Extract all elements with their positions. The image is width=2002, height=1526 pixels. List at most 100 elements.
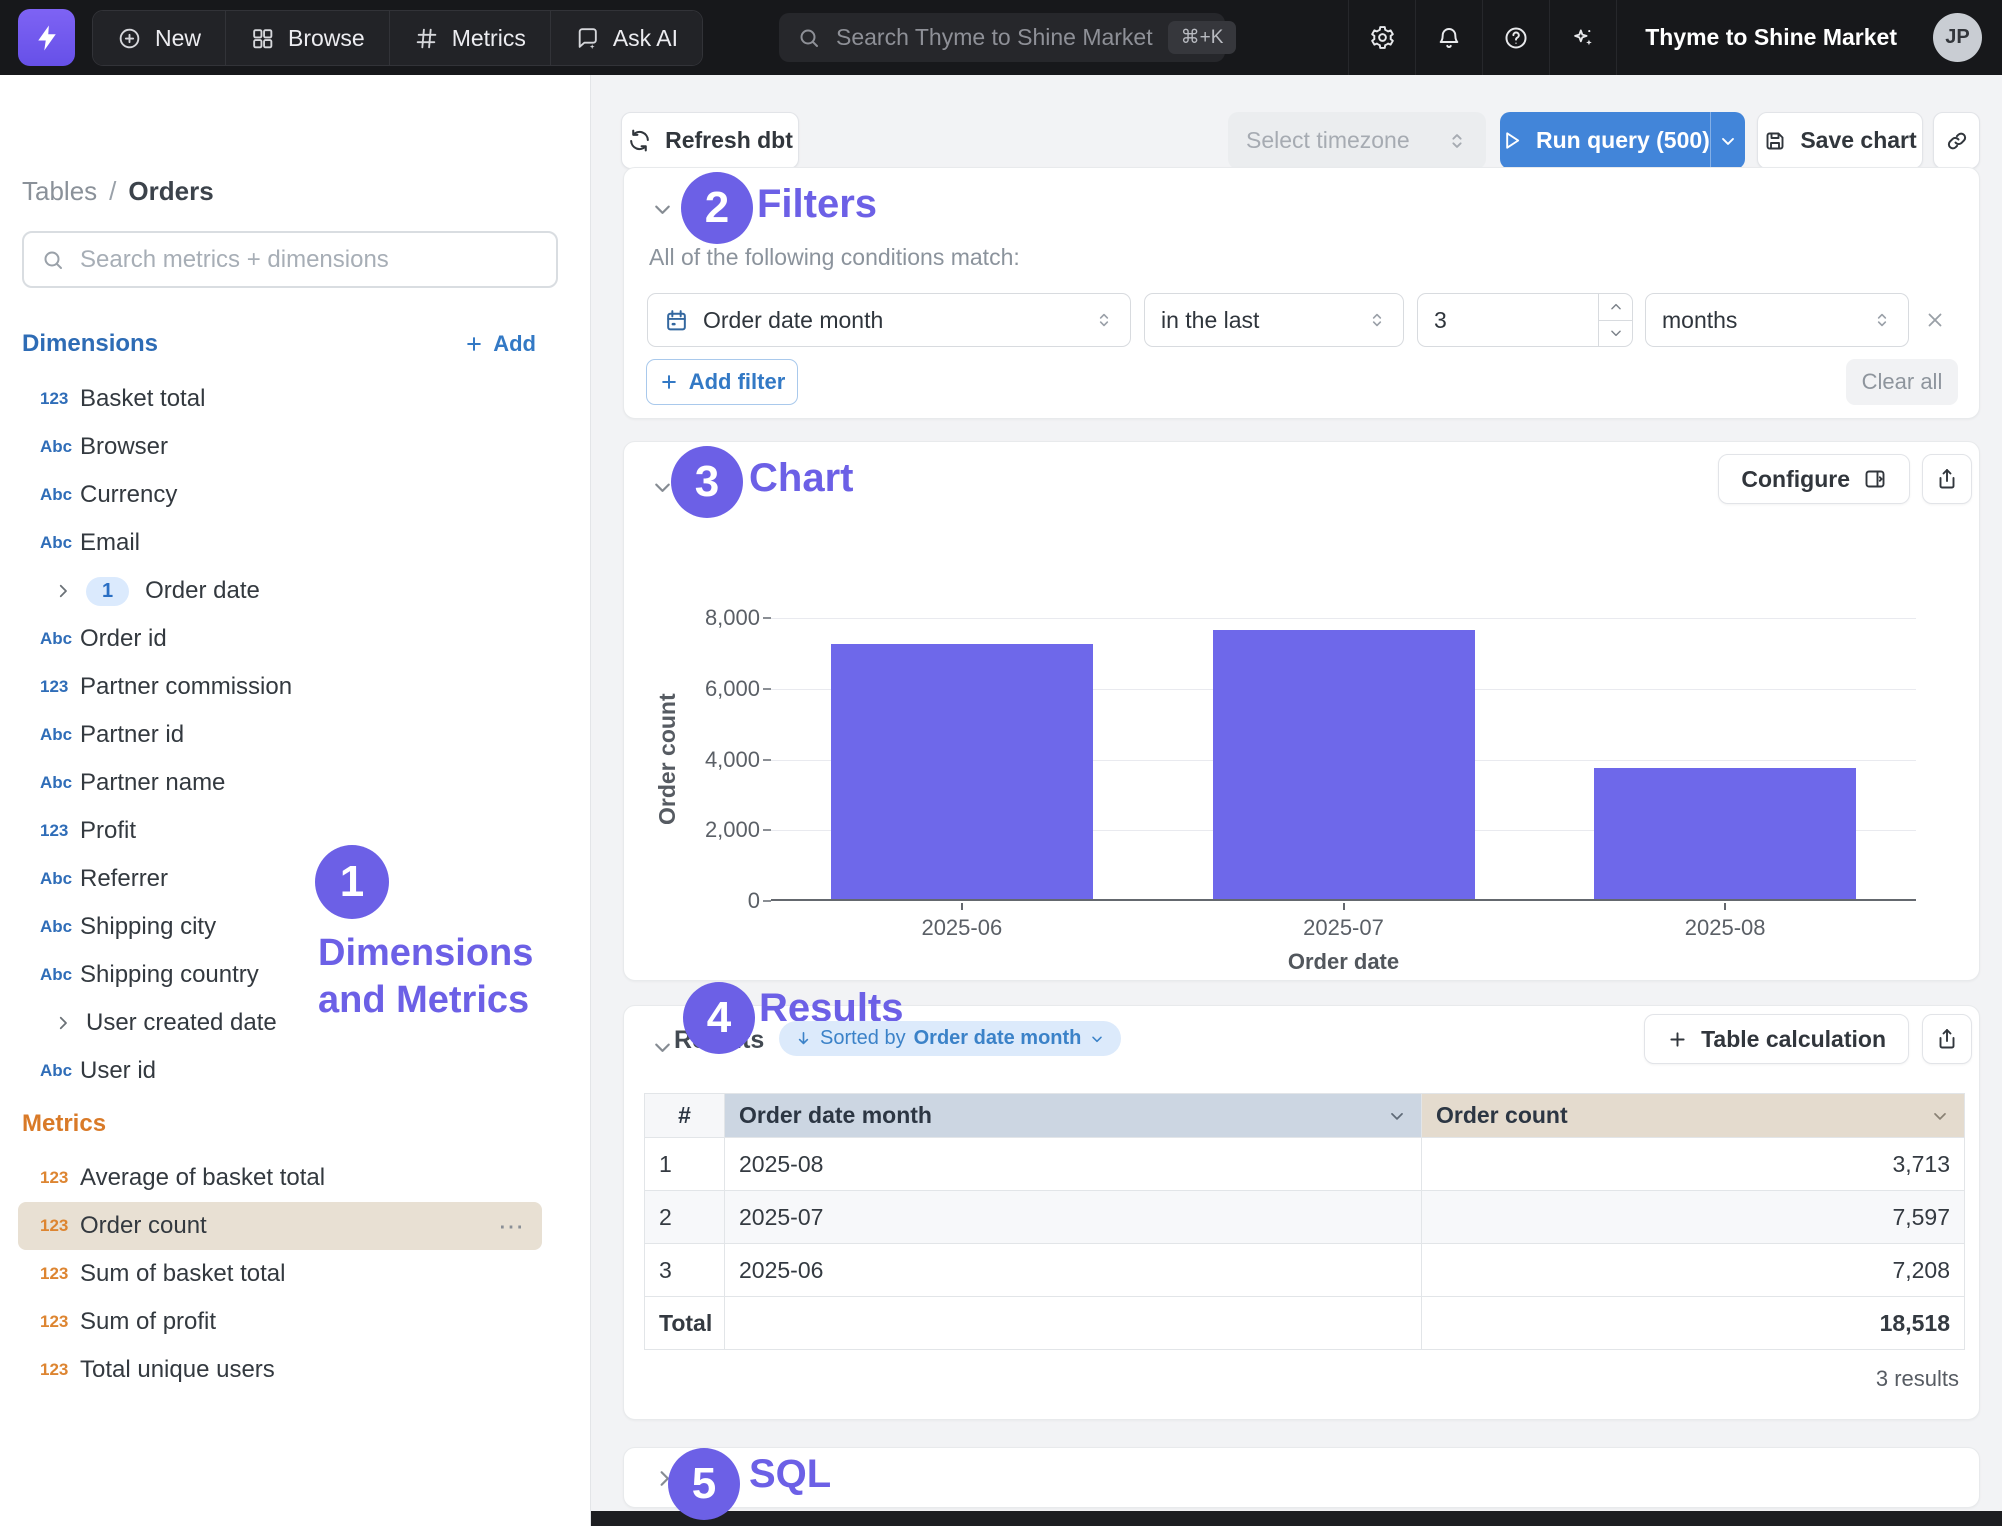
timezone-select[interactable]: Select timezone	[1228, 112, 1486, 169]
chevron-updown-icon	[1446, 130, 1468, 152]
results-table: # Order date month Order count 12025-083…	[644, 1093, 1965, 1350]
results-collapse-chevron-icon[interactable]	[651, 1036, 674, 1059]
sidebar-item-partner-name[interactable]: AbcPartner name	[18, 759, 542, 807]
chevron-down-icon[interactable]	[1930, 1106, 1950, 1126]
run-query-main[interactable]: Run query (500)	[1500, 112, 1710, 169]
settings-button[interactable]	[1348, 0, 1415, 75]
sidebar-item-order-id[interactable]: AbcOrder id	[18, 615, 542, 663]
sidebar-item-profit[interactable]: 123Profit	[18, 807, 542, 855]
sparkles-icon	[1570, 25, 1596, 51]
sidebar-item-order-date[interactable]: 1Order date	[18, 567, 542, 615]
refresh-icon	[627, 128, 652, 153]
order-count-column-header[interactable]: Order count	[1422, 1094, 1965, 1138]
bar-chart: Order count Order date 02,0004,0006,0008…	[624, 442, 1979, 980]
order-count-cell[interactable]: 7,597	[1422, 1191, 1965, 1244]
notifications-button[interactable]	[1415, 0, 1482, 75]
bar-2025-07[interactable]	[1213, 630, 1475, 899]
copy-link-button[interactable]	[1933, 112, 1980, 169]
row-index-cell: 3	[645, 1244, 725, 1297]
sidebar-item-partner-id[interactable]: AbcPartner id	[18, 711, 542, 759]
clear-all-button[interactable]: Clear all	[1846, 359, 1958, 405]
metrics-button[interactable]: Metrics	[390, 11, 551, 65]
order-date-month-column-header[interactable]: Order date month	[725, 1094, 1422, 1138]
filter-field-select[interactable]: Order date month	[647, 293, 1131, 347]
add-label: Add	[493, 331, 536, 357]
stepper-up-icon[interactable]	[1599, 294, 1632, 321]
sidebar-item-user-id[interactable]: AbcUser id	[18, 1047, 542, 1095]
export-results-button[interactable]	[1922, 1014, 1972, 1064]
sidebar-item-sum-of-profit[interactable]: 123Sum of profit	[18, 1298, 542, 1346]
column-header-label: Order count	[1436, 1102, 1568, 1129]
search-shortcut-badge: ⌘+K	[1168, 21, 1237, 54]
refresh-dbt-label: Refresh dbt	[665, 127, 793, 154]
fields-search-input[interactable]: Search metrics + dimensions	[22, 231, 558, 288]
chevron-right-icon[interactable]	[40, 1014, 86, 1032]
active-field-count-badge: 1	[86, 577, 129, 606]
number-type-icon: 123	[40, 1360, 80, 1380]
ai-assistant-button[interactable]	[1549, 0, 1616, 75]
bar-2025-06[interactable]	[831, 644, 1093, 899]
annotation-3-circle: 3	[671, 446, 743, 518]
filter-operator-select[interactable]: in the last	[1144, 293, 1404, 347]
filter-value: 3	[1434, 307, 1584, 334]
save-chart-button[interactable]: Save chart	[1757, 112, 1923, 169]
plus-icon	[464, 334, 484, 354]
annotation-1-circle: 1	[315, 845, 389, 919]
filter-value-input[interactable]: 3	[1417, 293, 1633, 347]
sidebar-item-average-of-basket-total[interactable]: 123Average of basket total	[18, 1154, 542, 1202]
order-date-month-cell[interactable]: 2025-08	[725, 1138, 1422, 1191]
user-avatar[interactable]: JP	[1933, 13, 1982, 62]
sql-section-title: SQL	[749, 1452, 831, 1497]
new-button[interactable]: New	[93, 11, 226, 65]
sidebar-item-currency[interactable]: AbcCurrency	[18, 471, 542, 519]
sidebar-item-label: Partner name	[80, 769, 225, 797]
org-name[interactable]: Thyme to Shine Market	[1616, 0, 1925, 75]
sorted-by-pill[interactable]: Sorted by Order date month	[779, 1021, 1121, 1056]
remove-filter-button[interactable]	[1920, 305, 1950, 335]
add-filter-button[interactable]: Add filter	[646, 359, 798, 405]
sidebar-item-basket-total[interactable]: 123Basket total	[18, 375, 542, 423]
more-options-icon[interactable]: ⋯	[498, 1211, 542, 1242]
order-date-month-cell[interactable]: 2025-07	[725, 1191, 1422, 1244]
table-calculation-label: Table calculation	[1701, 1026, 1886, 1053]
order-count-cell[interactable]: 3,713	[1422, 1138, 1965, 1191]
order-date-month-cell[interactable]: 2025-06	[725, 1244, 1422, 1297]
filter-unit-select[interactable]: months	[1645, 293, 1909, 347]
filter-unit-value: months	[1662, 307, 1858, 334]
y-tick-label: 8,000	[664, 605, 760, 631]
sidebar-item-email[interactable]: AbcEmail	[18, 519, 542, 567]
table-calculation-button[interactable]: Table calculation	[1644, 1014, 1909, 1064]
run-query-button[interactable]: Run query (500)	[1500, 112, 1745, 169]
breadcrumb-tables-link[interactable]: Tables	[22, 176, 97, 206]
sidebar-item-referrer[interactable]: AbcReferrer	[18, 855, 542, 903]
row-index-cell: 2	[645, 1191, 725, 1244]
sidebar-item-browser[interactable]: AbcBrowser	[18, 423, 542, 471]
add-dimension-button[interactable]: Add	[464, 331, 536, 357]
text-type-icon: Abc	[40, 917, 80, 937]
sidebar-item-partner-commission[interactable]: 123Partner commission	[18, 663, 542, 711]
number-stepper[interactable]	[1598, 294, 1632, 346]
order-count-cell[interactable]: 7,208	[1422, 1244, 1965, 1297]
sidebar-item-order-count[interactable]: 123Order count⋯	[18, 1202, 542, 1250]
y-tick-mark	[763, 829, 771, 831]
filters-collapse-chevron-icon[interactable]	[651, 198, 674, 221]
sidebar-item-sum-of-basket-total[interactable]: 123Sum of basket total	[18, 1250, 542, 1298]
stepper-down-icon[interactable]	[1599, 321, 1632, 347]
sidebar-item-total-unique-users[interactable]: 123Total unique users	[18, 1346, 542, 1394]
number-type-icon: 123	[40, 1264, 80, 1284]
browse-button-label: Browse	[288, 25, 365, 52]
run-query-dropdown-toggle[interactable]	[1710, 112, 1745, 169]
browse-button[interactable]: Browse	[226, 11, 390, 65]
global-search-input[interactable]: Search Thyme to Shine Market ⌘+K	[779, 13, 1225, 62]
app-logo[interactable]	[18, 9, 75, 66]
y-tick-label: 0	[664, 888, 760, 914]
chevron-right-icon[interactable]	[40, 582, 86, 600]
refresh-dbt-button[interactable]: Refresh dbt	[621, 112, 799, 169]
text-type-icon: Abc	[40, 773, 80, 793]
y-tick-mark	[763, 759, 771, 761]
chevron-down-icon[interactable]	[1387, 1106, 1407, 1126]
ask-ai-button[interactable]: Ask AI	[551, 11, 702, 65]
help-button[interactable]	[1482, 0, 1549, 75]
bar-2025-08[interactable]	[1594, 768, 1856, 899]
x-tick-mark	[1343, 903, 1345, 910]
